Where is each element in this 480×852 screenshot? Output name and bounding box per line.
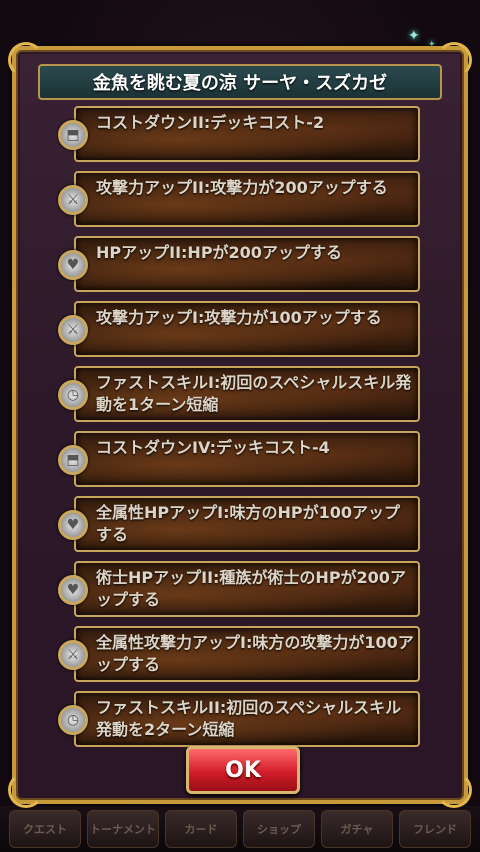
- nav-gacha[interactable]: ガチャ: [321, 810, 393, 848]
- skill-item: ♥ HPアップII:HPが200アップする: [58, 236, 420, 292]
- cost-icon: ⬒: [58, 120, 88, 150]
- heart-icon: ♥: [58, 250, 88, 280]
- heart-icon: ♥: [58, 575, 88, 605]
- skill-item: ⬒ コストダウンIV:デッキコスト-4: [58, 431, 420, 487]
- sword-icon: ⚔: [58, 315, 88, 345]
- heart-icon: ♥: [58, 510, 88, 540]
- skill-dialog: 金魚を眺む夏の涼 サーヤ・スズカゼ ⬒ コストダウンII:デッキコスト-2 ⚔ …: [8, 42, 472, 808]
- skill-item: ⬒ コストダウンII:デッキコスト-2: [58, 106, 420, 162]
- bottom-nav: クエスト トーナメント カード ショップ ガチャ フレンド: [0, 806, 480, 852]
- nav-tournament[interactable]: トーナメント: [87, 810, 159, 848]
- skill-text: 攻撃力アップII:攻撃力が200アップする: [96, 178, 388, 197]
- clock-icon: ◷: [58, 380, 88, 410]
- skill-text: 全属性攻撃力アップI:味方の攻撃力が100アップする: [96, 633, 414, 674]
- clock-icon: ◷: [58, 705, 88, 735]
- skill-item: ⚔ 攻撃力アップII:攻撃力が200アップする: [58, 171, 420, 227]
- sword-icon: ⚔: [58, 640, 88, 670]
- cost-icon: ⬒: [58, 445, 88, 475]
- nav-quest[interactable]: クエスト: [9, 810, 81, 848]
- sparkle-decoration: ✦: [408, 28, 420, 44]
- skill-text: 全属性HPアップI:味方のHPが100アップする: [96, 503, 400, 544]
- corner-ornament: [8, 772, 44, 808]
- skill-item: ⚔ 攻撃力アップI:攻撃力が100アップする: [58, 301, 420, 357]
- sword-icon: ⚔: [58, 185, 88, 215]
- skill-text: ファストスキルII:初回のスペシャルスキル発動を2ターン短縮: [96, 698, 402, 739]
- ok-button[interactable]: OK: [186, 746, 300, 794]
- skill-item: ⚔ 全属性攻撃力アップI:味方の攻撃力が100アップする: [58, 626, 420, 682]
- corner-ornament: [436, 772, 472, 808]
- nav-card[interactable]: カード: [165, 810, 237, 848]
- skill-item: ♥ 全属性HPアップI:味方のHPが100アップする: [58, 496, 420, 552]
- skill-text: 攻撃力アップI:攻撃力が100アップする: [96, 308, 382, 327]
- skill-text: コストダウンII:デッキコスト-2: [96, 113, 325, 132]
- dialog-title: 金魚を眺む夏の涼 サーヤ・スズカゼ: [38, 64, 442, 100]
- nav-shop[interactable]: ショップ: [243, 810, 315, 848]
- skill-item: ◷ ファストスキルI:初回のスペシャルスキル発動を1ターン短縮: [58, 366, 420, 422]
- nav-friend[interactable]: フレンド: [399, 810, 471, 848]
- skill-item: ♥ 術士HPアップII:種族が術士のHPが200アップする: [58, 561, 420, 617]
- skill-text: コストダウンIV:デッキコスト-4: [96, 438, 330, 457]
- game-screen: ✦ ✦ クエスト トーナメント カード ショップ ガチャ フレンド 金魚を眺む夏…: [0, 0, 480, 852]
- skill-list: ⬒ コストダウンII:デッキコスト-2 ⚔ 攻撃力アップII:攻撃力が200アッ…: [58, 106, 420, 756]
- skill-text: 術士HPアップII:種族が術士のHPが200アップする: [96, 568, 406, 609]
- skill-text: HPアップII:HPが200アップする: [96, 243, 342, 262]
- skill-text: ファストスキルI:初回のスペシャルスキル発動を1ターン短縮: [96, 373, 412, 414]
- skill-item: ◷ ファストスキルII:初回のスペシャルスキル発動を2ターン短縮: [58, 691, 420, 747]
